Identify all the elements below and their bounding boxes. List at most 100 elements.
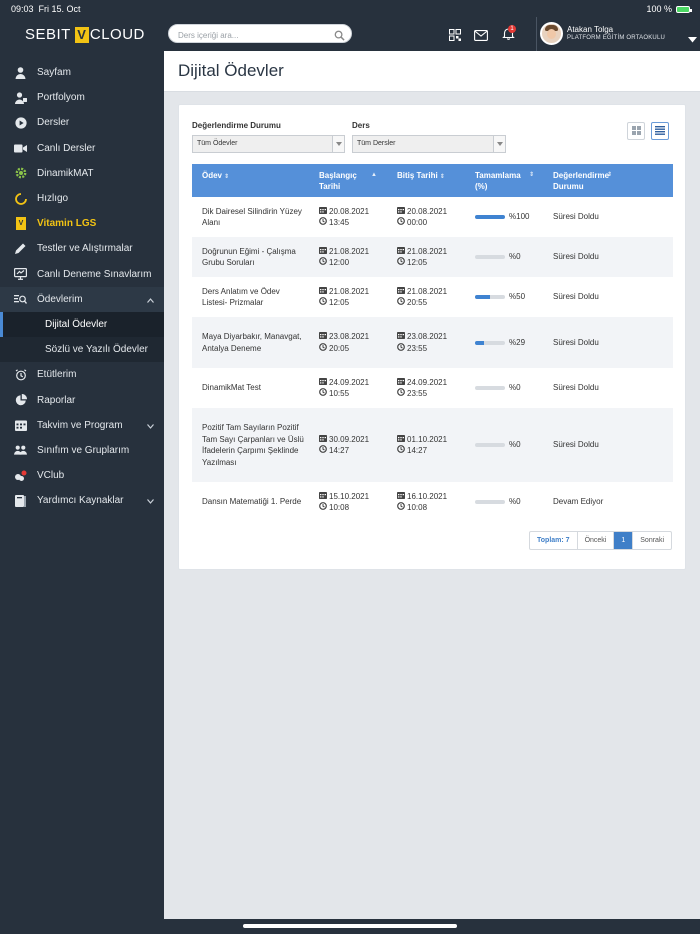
home-indicator[interactable] bbox=[243, 924, 457, 928]
column-header-completion[interactable]: Tamamlama (%) ⇕ bbox=[465, 164, 543, 197]
homework-name-cell[interactable]: Dansın Matematiği 1. Perde bbox=[192, 482, 309, 522]
search-icon[interactable] bbox=[334, 28, 345, 46]
table-row[interactable]: Pozitif Tam Sayıların Pozitif Tam Sayı Ç… bbox=[192, 408, 673, 482]
sidebar-subitem-label: Dijital Ödevler bbox=[45, 318, 108, 330]
status-filter-select[interactable]: Tüm Ödevler bbox=[192, 135, 345, 153]
hizligo-icon bbox=[14, 192, 27, 205]
sidebar-item-canli-dersler[interactable]: Canlı Dersler bbox=[0, 136, 164, 161]
pencil-icon bbox=[14, 242, 27, 255]
table-row[interactable]: Doğrunun Eğimi - Çalışma Grubu Soruları 2… bbox=[192, 237, 673, 277]
sidebar-item-sayfam[interactable]: Sayfam bbox=[0, 60, 164, 85]
homework-name-cell[interactable]: Doğrunun Eğimi - Çalışma Grubu Soruları bbox=[192, 237, 309, 277]
homework-name-cell[interactable]: Ders Anlatım ve Ödev Listesi- Prizmalar bbox=[192, 277, 309, 317]
homework-name-cell[interactable]: Pozitif Tam Sayıların Pozitif Tam Sayı Ç… bbox=[192, 408, 309, 482]
table-row[interactable]: Dansın Matematiği 1. Perde 15.10.2021 10:0… bbox=[192, 482, 673, 522]
clock-icon bbox=[397, 297, 405, 309]
progress-bar bbox=[475, 295, 505, 299]
mail-icon[interactable] bbox=[474, 28, 488, 46]
clock-icon bbox=[319, 388, 327, 400]
table-row[interactable]: Ders Anlatım ve Ödev Listesi- Prizmalar 2… bbox=[192, 277, 673, 317]
sort-icon: ⇕ bbox=[224, 174, 230, 180]
progress-bar bbox=[475, 443, 505, 447]
evaluation-cell: Süresi Doldu bbox=[543, 368, 673, 408]
sidebar-item-label: DinamikMAT bbox=[37, 167, 94, 179]
sidebar-item-hizligo[interactable]: Hızlıgo bbox=[0, 186, 164, 211]
status-time-date: 09:03 Fri 15. Oct bbox=[11, 4, 81, 14]
sidebar-item-vclub[interactable]: VClub bbox=[0, 463, 164, 488]
chevron-down-icon[interactable] bbox=[688, 30, 697, 48]
svg-text:V: V bbox=[18, 220, 23, 227]
start-date-cell: 21.08.2021 12:05 bbox=[309, 277, 387, 317]
evaluation-cell: Süresi Doldu bbox=[543, 237, 673, 277]
sidebar-item-label: Dersler bbox=[37, 117, 70, 129]
start-date-cell: 24.09.2021 10:55 bbox=[309, 368, 387, 408]
sidebar-subitem-dijital-odevler[interactable]: Dijital Ödevler bbox=[0, 311, 164, 338]
sidebar-item-testler[interactable]: Testler ve Alıştırmalar bbox=[0, 236, 164, 261]
sidebar-item-dersler[interactable]: Dersler bbox=[0, 110, 164, 135]
table-row[interactable]: Maya Diyarbakır, Manavgat, Antalya Denem… bbox=[192, 317, 673, 368]
qr-code-icon[interactable] bbox=[449, 28, 461, 46]
homework-name: Doğrunun Eğimi - Çalışma Grubu Soruları bbox=[202, 246, 296, 268]
completion-text: %50 bbox=[509, 292, 526, 302]
pagination-total: Toplam: 7 bbox=[537, 537, 570, 544]
user-icon bbox=[14, 66, 27, 79]
video-camera-icon bbox=[14, 142, 27, 155]
pagination-prev-button[interactable]: Önceki bbox=[576, 532, 614, 549]
clock-icon bbox=[319, 445, 327, 457]
sidebar-item-takvim[interactable]: Takvim ve Program bbox=[0, 413, 164, 438]
progress-bar bbox=[475, 500, 505, 504]
user-name[interactable]: Atakan Tolga bbox=[567, 25, 613, 34]
sebit-vcloud-logo[interactable]: SEBIT V CLOUD bbox=[25, 26, 145, 43]
battery-icon bbox=[676, 5, 692, 13]
vitamin-lgs-icon: V bbox=[14, 217, 27, 231]
sidebar-item-odevlerim[interactable]: Ödevlerim bbox=[0, 286, 164, 312]
sidebar-item-yardimci-kaynaklar[interactable]: Yardımcı Kaynaklar bbox=[0, 488, 164, 513]
start-date-cell: 20.08.2021 13:45 bbox=[309, 197, 387, 237]
table-header-row: Ödev ⇕ Başlangıç Tarihi ▲ Bitiş Tarihi ⇕ Ta… bbox=[192, 164, 673, 197]
evaluation-status: Süresi Doldu bbox=[553, 337, 599, 347]
column-header-start-date[interactable]: Başlangıç Tarihi ▲ bbox=[309, 164, 387, 197]
start-date: 15.10.2021 bbox=[329, 491, 370, 501]
start-time: 20:05 bbox=[329, 343, 350, 353]
sidebar-item-sinifim[interactable]: Sınıfım ve Gruplarım bbox=[0, 438, 164, 463]
start-date: 21.08.2021 bbox=[329, 246, 370, 256]
sidebar-item-vitamin-lgs[interactable]: V Vitamin LGS bbox=[0, 211, 164, 236]
status-time: 09:03 bbox=[11, 4, 34, 14]
clock-icon bbox=[397, 502, 405, 514]
table-row[interactable]: Dik Dairesel Silindirin Yüzey Alanı 20.08… bbox=[192, 197, 673, 237]
sidebar-item-label: Yardımcı Kaynaklar bbox=[37, 495, 124, 507]
sidebar-item-raporlar[interactable]: Raporlar bbox=[0, 387, 164, 412]
progress-bar bbox=[475, 215, 505, 219]
calendar-icon bbox=[397, 434, 405, 446]
end-date: 20.08.2021 bbox=[407, 206, 448, 216]
start-date: 23.08.2021 bbox=[329, 332, 370, 341]
search-input[interactable] bbox=[178, 27, 328, 44]
grid-icon bbox=[631, 122, 641, 140]
homework-table: Ödev ⇕ Başlangıç Tarihi ▲ Bitiş Tarihi ⇕ Ta… bbox=[192, 164, 673, 522]
column-header-evaluation[interactable]: Değerlendirme Durumu ⇕ bbox=[543, 164, 673, 197]
homework-name-cell[interactable]: Dik Dairesel Silindirin Yüzey Alanı bbox=[192, 197, 309, 237]
end-time: 00:00 bbox=[407, 218, 428, 227]
sidebar-item-dinamikmat[interactable]: DinamikMAT bbox=[0, 161, 164, 186]
clock-icon bbox=[397, 257, 405, 269]
pagination-page-1[interactable]: 1 bbox=[613, 532, 633, 549]
homework-name-cell[interactable]: DinamikMat Test bbox=[192, 368, 309, 408]
column-header-odev[interactable]: Ödev ⇕ bbox=[192, 164, 309, 197]
sidebar-subitem-label: Sözlü ve Yazılı Ödevler bbox=[45, 344, 149, 356]
homework-name: Pozitif Tam Sayıların Pozitif Tam Sayı Ç… bbox=[202, 423, 304, 467]
progress-fill bbox=[475, 215, 505, 219]
book-icon bbox=[14, 494, 27, 507]
sidebar-item-canli-deneme[interactable]: Canlı Deneme Sınavlarım bbox=[0, 262, 164, 287]
homework-name-cell[interactable]: Maya Diyarbakır, Manavgat, Antalya Denem… bbox=[192, 317, 309, 368]
list-view-button[interactable] bbox=[651, 122, 669, 140]
table-row[interactable]: DinamikMat Test 24.09.2021 10:55 24.09.2021… bbox=[192, 368, 673, 408]
sidebar-item-etutlerim[interactable]: Etütlerim bbox=[0, 362, 164, 387]
grid-view-button[interactable] bbox=[627, 122, 645, 140]
course-filter-select[interactable]: Tüm Dersler bbox=[352, 135, 506, 153]
completion-text: %0 bbox=[509, 383, 521, 393]
sidebar-item-portfolyom[interactable]: Portfolyom bbox=[0, 85, 164, 110]
column-header-end-date[interactable]: Bitiş Tarihi ⇕ bbox=[387, 164, 465, 197]
avatar[interactable] bbox=[540, 22, 563, 45]
sidebar-subitem-sozlu-yazili[interactable]: Sözlü ve Yazılı Ödevler bbox=[0, 337, 164, 363]
pagination-next-button[interactable]: Sonraki bbox=[632, 532, 671, 549]
